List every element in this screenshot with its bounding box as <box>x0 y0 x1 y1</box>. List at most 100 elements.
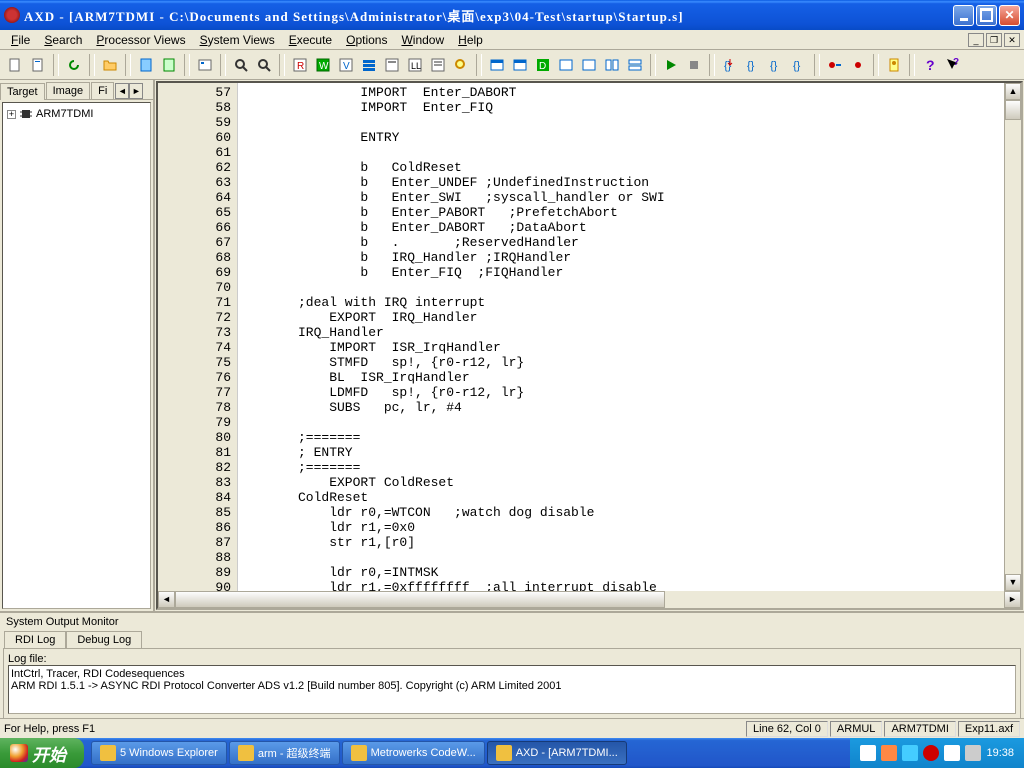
system-tray[interactable]: 19:38 <box>850 738 1024 768</box>
hscroll-left-button[interactable]: ◄ <box>158 591 175 608</box>
tool-reg-v[interactable]: V <box>335 54 357 76</box>
tool-find2[interactable] <box>253 54 275 76</box>
menu-processor-views[interactable]: Processor Views <box>89 31 192 49</box>
menu-system-views[interactable]: System Views <box>193 31 282 49</box>
tool-reg-r[interactable]: R <box>289 54 311 76</box>
tool-open[interactable] <box>27 54 49 76</box>
mdi-minimize[interactable]: _ <box>968 33 984 47</box>
taskbar-button[interactable]: 5 Windows Explorer <box>91 741 227 765</box>
svg-text:{}: {} <box>770 60 778 72</box>
tool-win7[interactable] <box>624 54 646 76</box>
menu-bar: FileSearchProcessor ViewsSystem ViewsExe… <box>0 30 1024 50</box>
menu-search[interactable]: Search <box>37 31 89 49</box>
taskbar-button[interactable]: Metrowerks CodeW... <box>342 741 485 765</box>
horizontal-scrollbar[interactable]: ◄ ► <box>158 591 1021 608</box>
start-button[interactable]: 开始 <box>0 738 84 768</box>
tool-help[interactable]: ? <box>919 54 941 76</box>
tool-reload[interactable] <box>63 54 85 76</box>
tool-win3[interactable]: D <box>532 54 554 76</box>
menu-execute[interactable]: Execute <box>282 31 339 49</box>
scroll-thumb[interactable] <box>1005 100 1021 120</box>
tool-win5[interactable] <box>578 54 600 76</box>
tray-icon[interactable] <box>860 745 876 761</box>
mdi-restore[interactable]: ❐ <box>986 33 1002 47</box>
status-target: ARMUL <box>830 721 883 737</box>
hscroll-right-button[interactable]: ► <box>1004 591 1021 608</box>
tool-reg-w[interactable]: W <box>312 54 334 76</box>
status-bar: For Help, press F1 Line 62, Col 0 ARMUL … <box>0 718 1024 738</box>
tray-icon[interactable] <box>923 745 939 761</box>
scroll-up-button[interactable]: ▲ <box>1005 83 1021 100</box>
menu-help[interactable]: Help <box>451 31 490 49</box>
minimize-button[interactable] <box>953 5 974 26</box>
tool-step-in[interactable]: {} <box>719 54 741 76</box>
tab-scroll-right[interactable]: ► <box>129 83 143 99</box>
tool-bp-toggle[interactable] <box>824 54 846 76</box>
tool-props[interactable] <box>194 54 216 76</box>
taskbar-button[interactable]: arm - 超级终端 <box>229 741 340 765</box>
tool-ll[interactable]: LL <box>404 54 426 76</box>
tool-profile[interactable] <box>883 54 905 76</box>
tool-win4[interactable] <box>555 54 577 76</box>
taskbar: 开始 5 Windows Explorerarm - 超级终端Metrowerk… <box>0 738 1024 768</box>
svg-text:{}: {} <box>724 60 732 72</box>
tab-debug-log[interactable]: Debug Log <box>66 631 142 648</box>
logfile-label: Log file: <box>8 653 1016 665</box>
taskbar-button[interactable]: AXD - [ARM7TDMI... <box>487 741 627 765</box>
tool-mem[interactable] <box>381 54 403 76</box>
tool-find1[interactable] <box>230 54 252 76</box>
tray-icon[interactable] <box>965 745 981 761</box>
tab-scroll-left[interactable]: ◄ <box>115 83 129 99</box>
svg-text:?: ? <box>953 57 959 68</box>
tool-win1[interactable] <box>486 54 508 76</box>
tool-win2[interactable] <box>509 54 531 76</box>
tree-expand-icon[interactable]: + <box>7 110 16 119</box>
tool-bt[interactable] <box>358 54 380 76</box>
tool-step-over[interactable]: {} <box>742 54 764 76</box>
tool-new[interactable] <box>4 54 26 76</box>
tree-item-arm7tdmi[interactable]: + ARM7TDMI <box>7 107 146 121</box>
tray-icon[interactable] <box>902 745 918 761</box>
scroll-down-button[interactable]: ▼ <box>1005 574 1021 591</box>
tool-zoom[interactable] <box>450 54 472 76</box>
maximize-button[interactable] <box>976 5 997 26</box>
tool-run-cursor[interactable]: {} <box>788 54 810 76</box>
log-output[interactable]: IntCtrl, Tracer, RDI Codesequences ARM R… <box>8 665 1016 714</box>
tray-icon[interactable] <box>881 745 897 761</box>
target-tree[interactable]: + ARM7TDMI <box>2 102 151 609</box>
menu-file[interactable]: File <box>4 31 37 49</box>
tool-run[interactable] <box>660 54 682 76</box>
line-gutter[interactable]: 5758596061626364656667686970717273747576… <box>158 83 238 591</box>
tree-item-label: ARM7TDMI <box>36 108 93 120</box>
status-cpu: ARM7TDMI <box>884 721 955 737</box>
svg-text:{}: {} <box>747 60 755 72</box>
tool-book1[interactable] <box>135 54 157 76</box>
tool-step-out[interactable]: {} <box>765 54 787 76</box>
svg-text:R: R <box>297 61 304 72</box>
tab-files[interactable]: Fi <box>91 82 114 99</box>
toolbar: R W V LL D {} {} {} {} ? ? <box>0 50 1024 80</box>
tab-rdi-log[interactable]: RDI Log <box>4 631 66 648</box>
tool-folder[interactable] <box>99 54 121 76</box>
tray-icon[interactable] <box>944 745 960 761</box>
code-area[interactable]: IMPORT Enter_DABORT IMPORT Enter_FIQ ENT… <box>238 83 1004 591</box>
svg-text:V: V <box>343 61 350 72</box>
menu-options[interactable]: Options <box>339 31 394 49</box>
vertical-scrollbar[interactable]: ▲ ▼ <box>1004 83 1021 591</box>
tool-bp-clear[interactable] <box>847 54 869 76</box>
status-help: For Help, press F1 <box>4 723 95 735</box>
tool-win6[interactable] <box>601 54 623 76</box>
mdi-close[interactable]: ✕ <box>1004 33 1020 47</box>
tab-image[interactable]: Image <box>46 82 91 99</box>
tool-stop[interactable] <box>683 54 705 76</box>
chip-icon <box>19 107 33 121</box>
menu-window[interactable]: Window <box>394 31 451 49</box>
tab-target[interactable]: Target <box>0 83 45 100</box>
tool-dis[interactable] <box>427 54 449 76</box>
tray-clock[interactable]: 19:38 <box>986 747 1014 759</box>
close-button[interactable]: ✕ <box>999 5 1020 26</box>
tool-context-help[interactable]: ? <box>942 54 964 76</box>
tool-book2[interactable] <box>158 54 180 76</box>
title-text: AXD - [ARM7TDMI - C:\Documents and Setti… <box>24 6 953 25</box>
hscroll-thumb[interactable] <box>175 591 665 608</box>
